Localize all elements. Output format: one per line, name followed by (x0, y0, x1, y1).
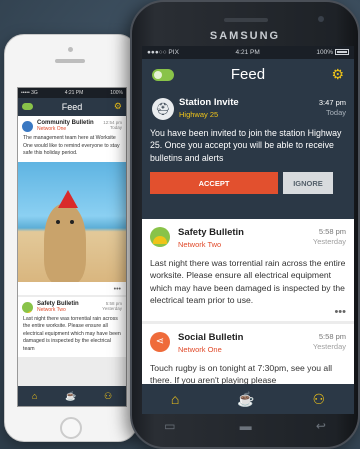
status-time: 4:21 PM (64, 90, 84, 96)
samsung-screen: ●●●○○ PIX 4:21 PM 100% Feed ⚙ ⛑ Station … (142, 46, 354, 414)
invite-body: You have been invited to join the statio… (150, 128, 342, 163)
card-timestamp: 12:54 pm Today (103, 120, 122, 130)
iphone-device: ••••• 3G 4:21 PM 100% Feed ⚙ Community B… (4, 34, 138, 442)
home-button[interactable] (60, 417, 82, 439)
home-icon[interactable]: ⌂ (32, 391, 37, 401)
page-title: Feed (230, 65, 266, 83)
invite-timestamp: 3:47 pm Today (319, 98, 346, 118)
page-title: Feed (61, 102, 83, 112)
card-day: Yesterday (312, 237, 346, 247)
earpiece-speaker (224, 18, 268, 22)
status-time: 4:21 PM (235, 49, 260, 56)
status-signal: ••••• 3G (21, 90, 38, 96)
back-icon[interactable]: ↩ (316, 419, 326, 433)
invite-actions: ACCEPT IGNORE (150, 172, 346, 195)
user-icon[interactable]: ⚇ (313, 391, 326, 408)
sandman-photo (18, 161, 126, 282)
card-body: Touch rugby is on tonight at 7:30pm, see… (150, 362, 333, 386)
availability-toggle[interactable] (152, 69, 174, 81)
card-timestamp: 5:58 pm Yesterday (313, 227, 346, 247)
santa-hat (58, 189, 78, 208)
iphone-screen: ••••• 3G 4:21 PM 100% Feed ⚙ Community B… (17, 87, 127, 407)
front-camera (318, 16, 324, 22)
station-invite-card: ⛑ Station Invite Highway 25 3:47 pm Toda… (142, 89, 354, 219)
app-header: Feed ⚙ (18, 98, 126, 116)
share-icon: ⋖ (150, 331, 170, 352)
feed-card-social[interactable]: ⋖ Social Bulletin Network One 5:58 pm Ye… (142, 323, 354, 391)
battery-text: 100% (316, 49, 333, 56)
sand-eye-right (70, 219, 74, 224)
card-day: Yesterday (312, 341, 346, 351)
user-icon[interactable]: ⚇ (104, 391, 112, 402)
bottom-nav: ⌂ ☕ ⚇ (142, 384, 354, 414)
card-time: 5:58 pm (318, 331, 346, 341)
brand-logo: SAMSUNG (209, 30, 281, 42)
card-body: Last night there was torrential rain acr… (23, 315, 121, 352)
card-time: 5:58 pm (318, 227, 346, 236)
card-body: Last night there was torrential rain acr… (150, 258, 346, 306)
invite-day: Today (325, 108, 346, 118)
recent-apps-icon[interactable]: ▭ (164, 419, 175, 433)
status-signal: ●●●○○ PIX (147, 49, 179, 56)
gear-icon[interactable]: ⚙ (331, 66, 344, 83)
ignore-button[interactable]: IGNORE (283, 172, 333, 195)
feed-card-safety[interactable]: Safety Bulletin Network Two 5:58 pm Yest… (18, 296, 126, 358)
gear-icon[interactable]: ⚙ (114, 101, 122, 112)
home-key[interactable]: ▬ (240, 419, 252, 433)
status-bar: ●●●○○ PIX 4:21 PM 100% (142, 46, 354, 59)
sand-eye-left (56, 219, 60, 224)
front-camera (68, 47, 73, 52)
status-battery: 100% (316, 49, 349, 56)
drink-icon[interactable]: ☕ (237, 391, 254, 408)
sand-figure (44, 203, 86, 282)
safety-icon (22, 301, 33, 313)
status-battery: 100% (110, 90, 123, 96)
community-icon (22, 121, 33, 132)
hardware-keys: ▭ ▬ ↩ (132, 419, 358, 433)
card-timestamp: 5:58 pm Yesterday (102, 301, 122, 311)
earpiece-speaker (55, 59, 85, 63)
card-body: The management team here at Worksite One… (23, 135, 120, 157)
card-day: Yesterday (102, 305, 122, 311)
drink-icon[interactable]: ☕ (65, 391, 76, 402)
availability-toggle[interactable] (22, 103, 33, 110)
feed-card-safety[interactable]: Safety Bulletin Network Two 5:58 pm Yest… (142, 219, 354, 321)
app-header: Feed ⚙ (142, 59, 354, 89)
bottom-nav: ⌂ ☕ ⚇ (18, 386, 126, 406)
samsung-device: SAMSUNG ●●●○○ PIX 4:21 PM 100% Feed ⚙ ⛑ … (130, 0, 360, 449)
more-options-icon[interactable]: ••• (150, 306, 346, 317)
card-day: Today (109, 125, 122, 130)
card-time: 5:58 pm (105, 300, 122, 306)
invite-time: 3:47 pm (318, 98, 346, 107)
feed-card-community[interactable]: Community Bulletin Network One 12:54 pm … (18, 116, 126, 286)
status-bar: ••••• 3G 4:21 PM 100% (18, 88, 126, 98)
battery-icon (334, 49, 349, 56)
accept-button[interactable]: ACCEPT (150, 172, 278, 195)
construction-worker-icon: ⛑ (152, 98, 174, 120)
safety-icon (150, 227, 170, 247)
more-options-icon[interactable]: ••• (18, 285, 126, 295)
card-timestamp: 5:58 pm Yesterday (313, 332, 346, 352)
home-icon[interactable]: ⌂ (171, 391, 179, 407)
